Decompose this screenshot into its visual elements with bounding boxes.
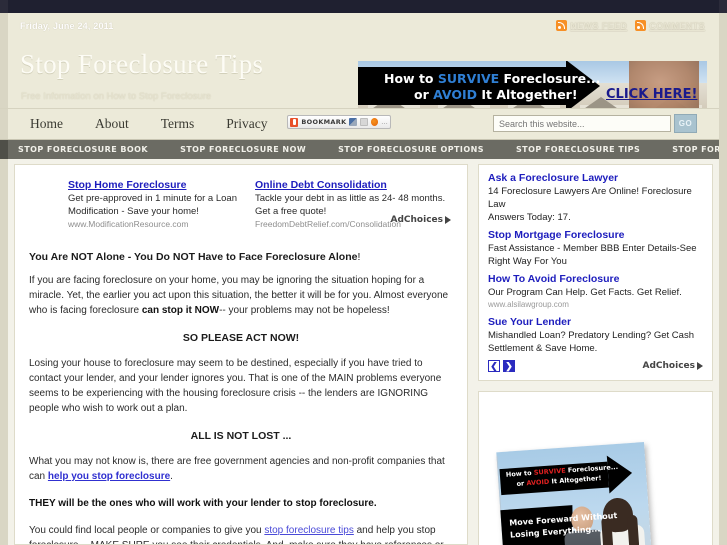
page-right-edge	[719, 13, 727, 545]
nav-item-terms[interactable]: Terms	[145, 109, 211, 139]
content-ad-left-title[interactable]: Stop Home Foreclosure	[68, 179, 268, 191]
bookmark-icon	[290, 117, 299, 127]
article-paragraph-3: What you may not know is, there are free…	[29, 456, 445, 482]
sidebar-ad-1[interactable]: Ask a Foreclosure Lawyer 14 Foreclosure …	[488, 172, 703, 224]
subnav-item-stop-foreclosure-options[interactable]: STOP FORECLOSURE OPTIONS	[322, 145, 500, 154]
sidebar-ad-footer: ❮ ❯ AdChoices	[488, 360, 703, 372]
subnav-item-stop-foreclosure-now[interactable]: STOP FORECLOSURE NOW	[164, 145, 322, 154]
sidebar-ad-4[interactable]: Sue Your Lender Mishandled Loan? Predato…	[488, 316, 703, 355]
sidebar-ad-card: Ask a Foreclosure Lawyer 14 Foreclosure …	[478, 164, 713, 381]
rss-icon	[556, 20, 568, 31]
secondary-navigation-bar: STOP FORECLOSURE BOOK STOP FORECLOSURE N…	[0, 140, 727, 159]
sidebar-ad-3[interactable]: How To Avoid Foreclosure Our Program Can…	[488, 273, 703, 311]
search-go-button[interactable]: GO	[674, 114, 697, 133]
chevron-left-icon[interactable]: ❮	[488, 360, 500, 372]
nav-item-about[interactable]: About	[79, 109, 145, 139]
sidebar-ad-4-line-1: Mishandled Loan? Predatory Lending? Get …	[488, 330, 694, 341]
bookmark-label: BOOKMARK	[301, 118, 347, 126]
top-strip	[0, 0, 727, 13]
banner-line-1: How to SURVIVE Foreclosure...	[384, 71, 601, 86]
article-paragraph-1: If you are facing foreclosure on your ho…	[29, 275, 449, 316]
banner-line-2: or AVOID It Altogether!	[414, 87, 578, 102]
sidebar-ad-4-title[interactable]: Sue Your Lender	[488, 316, 703, 328]
subnav-item-stop-foreclosure-tips[interactable]: STOP FORECLOSURE TIPS	[500, 145, 656, 154]
content-ad-left-line-2: Modification - Save your home!	[68, 205, 199, 217]
content-ad-left-line-1: Get pre-approved in 1 minute for a Loan	[68, 193, 237, 204]
chevron-right-icon[interactable]: ❯	[503, 360, 515, 372]
article-heading-1: You Are NOT Alone - You Do NOT Have to F…	[29, 251, 361, 263]
content-ad-left-url: www.ModificationResource.com	[68, 219, 189, 229]
share-twitter-icon[interactable]	[359, 118, 368, 126]
article-paragraph-4: THEY will be the ones who will work with…	[29, 498, 377, 509]
article-paragraph-5: You could find local people or companies…	[29, 525, 444, 544]
book-cover-image: How to SURVIVE Foreclosure... or AVOID I…	[496, 442, 654, 545]
feed-links: NEWS FEED COMMENTS	[556, 20, 705, 31]
search-form: GO	[493, 114, 697, 133]
header-banner-ad[interactable]: How to SURVIVE Foreclosure... or AVOID I…	[358, 61, 707, 115]
share-rss-icon[interactable]	[370, 118, 378, 126]
sidebar-ad-3-url: www.alsilawgroup.com	[488, 300, 569, 309]
bookmark-share-widget[interactable]: BOOKMARK …	[287, 115, 391, 129]
nav-item-home[interactable]: Home	[14, 109, 79, 139]
share-more-icon[interactable]: …	[381, 119, 388, 126]
content-ad-right-title[interactable]: Online Debt Consolidation	[255, 179, 455, 191]
help-you-stop-foreclosure-link[interactable]: help you stop foreclosure	[48, 471, 170, 482]
main-content-column: Stop Home Foreclosure Get pre-approved i…	[14, 164, 468, 545]
article-callout-1: SO PLEASE ACT NOW!	[182, 332, 300, 344]
sidebar: Ask a Foreclosure Lawyer 14 Foreclosure …	[478, 164, 713, 545]
comments-feed-link[interactable]: COMMENTS	[635, 20, 705, 31]
sidebar-ad-2-line-2: Right Way For You	[488, 256, 567, 267]
sidebar-adchoices[interactable]: AdChoices	[643, 361, 703, 371]
subnav-item-stop-foreclosure-book[interactable]: STOP FORECLOSURE BOOK	[0, 145, 164, 154]
sidebar-ad-4-line-2: Settlement & Save Home.	[488, 343, 598, 354]
article-callout-2: ALL IS NOT LOST ...	[190, 430, 292, 442]
search-input[interactable]	[493, 115, 671, 132]
site-title[interactable]: Stop Foreclosure Tips	[20, 49, 263, 80]
sidebar-ad-1-line-2: Answers Today: 17.	[488, 212, 571, 223]
banner-cta[interactable]: CLICK HERE!	[606, 87, 697, 102]
article-body: You Are NOT Alone - You Do NOT Have to F…	[15, 239, 467, 544]
sidebar-ad-pager: ❮ ❯	[488, 360, 515, 372]
page-root: Friday, June 24, 2011 NEWS FEED COMMENTS…	[0, 0, 727, 545]
news-feed-link[interactable]: NEWS FEED	[556, 20, 627, 31]
sidebar-ad-2-title[interactable]: Stop Mortgage Foreclosure	[488, 229, 703, 241]
content-adchoices[interactable]: AdChoices	[391, 215, 451, 225]
sidebar-ad-3-line-1: Our Program Can Help. Get Facts. Get Rel…	[488, 287, 682, 298]
sidebar-ad-1-line-1: 14 Foreclosure Lawyers Are Online! Forec…	[488, 186, 692, 210]
header-left-edge	[0, 13, 8, 108]
content-ad-block: Stop Home Foreclosure Get pre-approved i…	[27, 179, 455, 239]
sidebar-ad-2-line-1: Fast Assistance - Member BBB Enter Detai…	[488, 243, 697, 254]
site-header: Friday, June 24, 2011 NEWS FEED COMMENTS…	[0, 13, 727, 115]
sidebar-adchoices-label: AdChoices	[642, 361, 695, 371]
top-strip-inner	[8, 0, 719, 13]
adchoices-triangle-icon	[697, 362, 703, 370]
body-left-edge	[0, 159, 8, 545]
rss-icon	[635, 20, 647, 31]
comments-feed-label: COMMENTS	[649, 20, 705, 31]
nav-item-privacy[interactable]: Privacy	[210, 109, 283, 139]
content-ad-left[interactable]: Stop Home Foreclosure Get pre-approved i…	[68, 179, 268, 229]
navbar-left-edge	[0, 109, 8, 139]
sidebar-book-promo[interactable]: How to SURVIVE Foreclosure... or AVOID I…	[478, 391, 713, 545]
site-tagline: Free Information on How to Stop Foreclos…	[21, 91, 212, 102]
page-body: Stop Home Foreclosure Get pre-approved i…	[0, 159, 727, 545]
stop-foreclosure-tips-link[interactable]: stop foreclosure tips	[264, 525, 354, 536]
content-adchoices-label: AdChoices	[390, 215, 443, 225]
sidebar-ad-1-title[interactable]: Ask a Foreclosure Lawyer	[488, 172, 703, 184]
share-facebook-icon[interactable]	[349, 118, 357, 126]
subnav-left-edge	[0, 140, 8, 159]
content-ad-right-line-1: Tackle your debt in as little as 24- 48 …	[255, 193, 446, 204]
sidebar-ad-3-title[interactable]: How To Avoid Foreclosure	[488, 273, 703, 285]
adchoices-triangle-icon	[445, 216, 451, 224]
subnav-item-stop-foreclsoure-general[interactable]: STOP FORECLSOURE GENERAL	[656, 145, 727, 154]
article-paragraph-2: Losing your house to foreclosure may see…	[29, 358, 442, 414]
news-feed-label: NEWS FEED	[570, 20, 628, 31]
current-date: Friday, June 24, 2011	[20, 21, 114, 31]
sidebar-ad-2[interactable]: Stop Mortgage Foreclosure Fast Assistanc…	[488, 229, 703, 268]
